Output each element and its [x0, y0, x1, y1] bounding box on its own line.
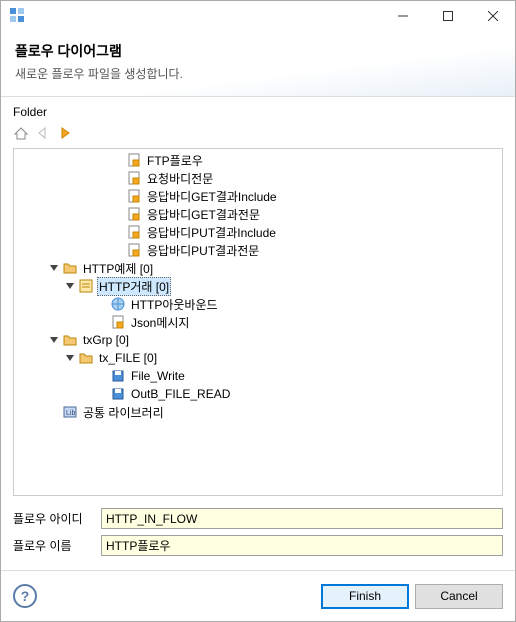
folder-icon: [78, 350, 94, 366]
tree-item[interactable]: txGrp [0]: [14, 331, 502, 349]
close-button[interactable]: [470, 2, 515, 31]
expand-spacer: [110, 224, 126, 240]
tree-item-label: txGrp [0]: [81, 333, 131, 347]
tree-item[interactable]: 응답바디GET결과Include: [14, 187, 502, 205]
back-icon[interactable]: [35, 125, 51, 144]
flow-name-label: 플로우 이름: [13, 537, 101, 554]
globe-icon: [110, 296, 126, 312]
tree-item-label: 응답바디PUT결과Include: [145, 224, 278, 241]
tree-item[interactable]: OutB_FILE_READ: [14, 385, 502, 403]
tree-item-label: 요청바디전문: [145, 170, 215, 187]
tree-item[interactable]: FTP플로우: [14, 151, 502, 169]
tree-item[interactable]: 응답바디PUT결과Include: [14, 223, 502, 241]
dialog-title: 플로우 다이어그램: [15, 41, 501, 61]
disk-icon: [110, 368, 126, 384]
tree-item-label: 응답바디GET결과전문: [145, 206, 262, 223]
tree-item-label: OutB_FILE_READ: [129, 387, 232, 401]
tree-item-label: 응답바디PUT결과전문: [145, 242, 261, 259]
tree-item-label: 응답바디GET결과Include: [145, 188, 279, 205]
folder-icon: [62, 260, 78, 276]
tree-item[interactable]: HTTP거래 [0]: [14, 277, 502, 295]
flow-id-label: 플로우 아이디: [13, 510, 101, 527]
folder-label: Folder: [13, 105, 503, 119]
tree-item[interactable]: 요청바디전문: [14, 169, 502, 187]
tree-toolbar: [13, 123, 503, 148]
tree-item[interactable]: tx_FILE [0]: [14, 349, 502, 367]
expand-icon[interactable]: [46, 332, 62, 348]
help-icon[interactable]: ?: [13, 584, 37, 608]
file-icon: [126, 224, 142, 240]
tree-item-label: tx_FILE [0]: [97, 351, 159, 365]
finish-button[interactable]: Finish: [321, 584, 409, 609]
home-icon[interactable]: [13, 125, 29, 144]
folder-icon: [62, 332, 78, 348]
expand-spacer: [110, 206, 126, 222]
expand-spacer: [46, 404, 62, 420]
forward-icon[interactable]: [57, 125, 73, 144]
expand-icon[interactable]: [62, 278, 78, 294]
disk-icon: [110, 386, 126, 402]
flow-id-input[interactable]: [101, 508, 503, 529]
tree-item[interactable]: HTTP예제 [0]: [14, 259, 502, 277]
tree-item[interactable]: HTTP아웃바운드: [14, 295, 502, 313]
tree-item[interactable]: 응답바디GET결과전문: [14, 205, 502, 223]
expand-icon[interactable]: [62, 350, 78, 366]
tree-item-label: 공통 라이브러리: [81, 404, 166, 421]
file-icon: [126, 152, 142, 168]
expand-spacer: [110, 188, 126, 204]
app-icon: [9, 7, 25, 26]
titlebar: [1, 1, 515, 31]
tree-item-label: FTP플로우: [145, 152, 205, 169]
tree-item[interactable]: Lib 공통 라이브러리: [14, 403, 502, 421]
form-icon: [78, 278, 94, 294]
file-icon: [110, 314, 126, 330]
folder-tree[interactable]: FTP플로우요청바디전문응답바디GET결과Include응답바디GET결과전문응…: [13, 148, 503, 496]
tree-item-label: File_Write: [129, 369, 187, 383]
expand-spacer: [110, 170, 126, 186]
expand-icon[interactable]: [46, 260, 62, 276]
file-icon: [126, 188, 142, 204]
file-icon: [126, 206, 142, 222]
file-icon: [126, 242, 142, 258]
expand-spacer: [94, 314, 110, 330]
tree-item-label: Json메시지: [129, 314, 191, 331]
lib-icon: Lib: [62, 404, 78, 420]
maximize-button[interactable]: [425, 2, 470, 31]
dialog-subtitle: 새로운 플로우 파일을 생성합니다.: [15, 65, 501, 82]
expand-spacer: [94, 368, 110, 384]
expand-spacer: [110, 242, 126, 258]
tree-item-label: HTTP거래 [0]: [97, 277, 171, 296]
cancel-button[interactable]: Cancel: [415, 584, 503, 609]
expand-spacer: [94, 296, 110, 312]
file-icon: [126, 170, 142, 186]
expand-spacer: [110, 152, 126, 168]
dialog-header: 플로우 다이어그램 새로운 플로우 파일을 생성합니다.: [1, 31, 515, 97]
svg-text:Lib: Lib: [66, 410, 75, 417]
flow-name-input[interactable]: [101, 535, 503, 556]
minimize-button[interactable]: [380, 2, 425, 31]
tree-item-label: HTTP예제 [0]: [81, 260, 155, 277]
expand-spacer: [94, 386, 110, 402]
tree-item[interactable]: Json메시지: [14, 313, 502, 331]
tree-item[interactable]: 응답바디PUT결과전문: [14, 241, 502, 259]
tree-item[interactable]: File_Write: [14, 367, 502, 385]
tree-item-label: HTTP아웃바운드: [129, 296, 220, 313]
